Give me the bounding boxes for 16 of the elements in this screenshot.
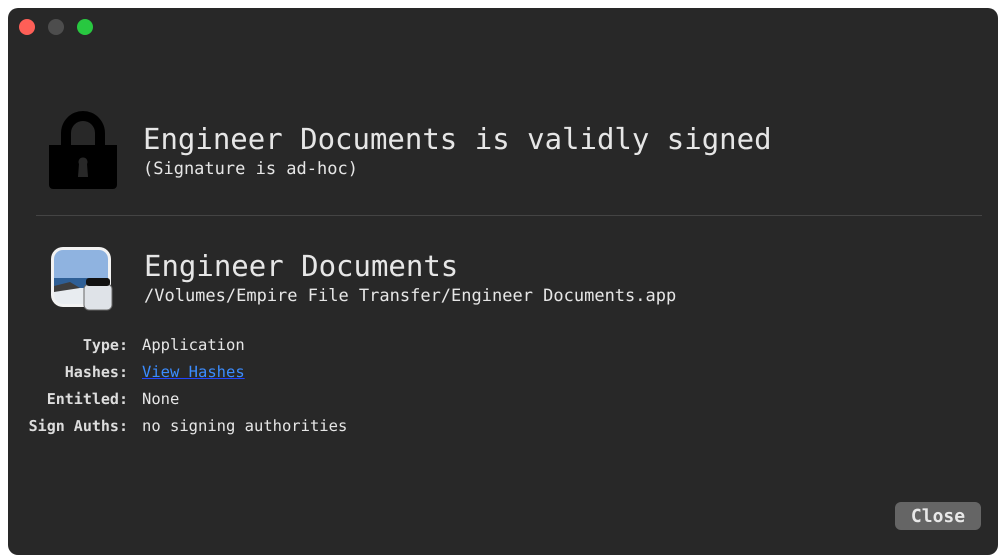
status-subtitle: (Signature is ad-hoc) [143,158,359,181]
app-icon [50,246,114,312]
window-control-button[interactable] [19,19,35,35]
field-value: no signing authorities [141,416,348,437]
close-button[interactable]: Close [895,502,981,530]
field-value: Application [141,334,245,356]
field-label: Entitled: [46,389,128,410]
app-name: Engineer Documents [144,248,460,284]
field-label: Type: [82,335,128,356]
status-title: Engineer Documents is validly signed [143,122,772,157]
app-path: /Volumes/Empire File Transfer/Engineer Documents.app [144,284,676,308]
field-label: Sign Auths: [28,416,128,438]
field-value: None [141,388,180,410]
view-hashes-link[interactable]: View Hashes [142,362,245,381]
field-label: Hashes: [64,362,128,384]
window-control-button[interactable] [77,19,93,35]
